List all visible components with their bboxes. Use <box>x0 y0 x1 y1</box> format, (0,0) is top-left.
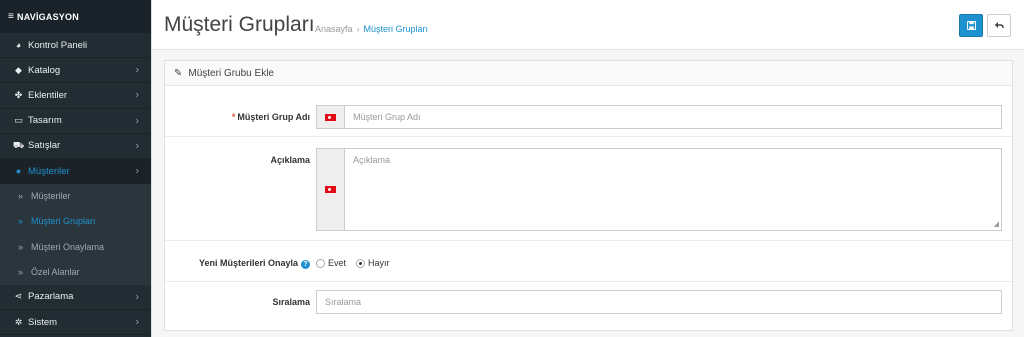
submenu-item-label: Müşteriler <box>31 191 71 202</box>
chevron-right-icon: › <box>135 291 139 303</box>
puzzle-icon: ✤ <box>14 89 23 100</box>
sidebar-item-label: Satışlar <box>28 140 61 152</box>
dashboard-icon: ◕ <box>15 40 22 51</box>
page-title: Müşteri Grupları <box>164 13 315 36</box>
floppy-disk-icon <box>966 21 976 30</box>
sidebar-item-label: Sistem <box>28 316 58 328</box>
sidebar-item-label: Tasarım <box>28 115 62 127</box>
chevron-right-icon: › <box>135 316 139 328</box>
navigation-title: NAVİGASYON <box>17 11 79 22</box>
sort-label: Sıralama <box>272 297 310 307</box>
sidebar-item-extensions[interactable]: ✤ Eklentiler › <box>0 83 151 109</box>
double-chevron-icon: » <box>18 241 24 252</box>
sidebar-item-sales[interactable]: ⛟ Satışlar › <box>0 134 151 159</box>
breadcrumb-current-link[interactable]: Müşteri Grupları <box>364 24 429 34</box>
gear-icon: ✲ <box>14 316 23 327</box>
description-label: Açıklama <box>270 155 310 165</box>
radio-no-label: Hayır <box>368 258 390 268</box>
double-chevron-icon: » <box>18 216 24 227</box>
submenu-item-customers[interactable]: » Müşteriler <box>0 184 151 210</box>
name-input-group: Müşteri Grup Adı <box>316 105 1002 129</box>
submenu-item-label: Müşteri Grupları <box>31 216 96 227</box>
menu-icon[interactable]: ≡ <box>8 11 14 22</box>
sidebar-item-label: Kontrol Paneli <box>28 39 88 51</box>
chevron-right-icon: › <box>135 140 139 152</box>
submenu-item-customer-groups[interactable]: » Müşteri Grupları <box>0 209 151 235</box>
required-marker: * <box>231 112 236 122</box>
approve-yes-option[interactable]: Evet <box>316 258 346 268</box>
radio-yes-label: Evet <box>328 258 347 268</box>
sidebar-item-label: Pazarlama <box>28 291 74 303</box>
customer-group-form-panel: ✎ Müşteri Grubu Ekle * Müşteri Grup Adı M… <box>164 60 1013 331</box>
description-textarea[interactable]: Açıklama ◢ <box>345 149 1001 230</box>
submenu-item-label: Müşteri Onaylama <box>31 241 105 252</box>
chevron-right-icon: › <box>135 165 139 177</box>
form-row-name: * Müşteri Grup Adı Müşteri Grup Adı <box>165 87 1012 137</box>
approve-label-text: Yeni Müşterileri Onayla <box>198 258 298 268</box>
name-label-text: Müşteri Grup Adı <box>237 112 310 122</box>
breadcrumb-separator: › <box>356 24 360 34</box>
resize-grip-icon[interactable]: ◢ <box>994 220 999 228</box>
form-row-sort: Sıralama Sıralama <box>165 282 1012 330</box>
form-row-description: Açıklama Açıklama ◢ <box>165 137 1012 241</box>
description-placeholder: Açıklama <box>353 155 391 165</box>
double-chevron-icon: » <box>18 191 24 202</box>
sidebar-item-label: Katalog <box>28 64 61 76</box>
sidebar-item-design[interactable]: ▭ Tasarım › <box>0 109 151 134</box>
share-icon: ⋖ <box>14 291 23 302</box>
back-button[interactable] <box>987 14 1011 37</box>
radio-yes[interactable] <box>316 258 325 268</box>
turkey-flag-icon <box>325 113 336 121</box>
submenu-item-customer-approvals[interactable]: » Müşteri Onaylama <box>0 235 151 260</box>
description-input-group: Açıklama ◢ <box>316 148 1002 231</box>
sidebar-item-dashboard[interactable]: ◕ Kontrol Paneli <box>0 33 151 59</box>
submenu-item-label: Özel Alanlar <box>31 266 80 277</box>
customer-group-name-input[interactable]: Müşteri Grup Adı <box>345 106 1001 128</box>
page-header: Müşteri Grupları Anasayfa › Müşteri Grupla… <box>152 0 1024 50</box>
radio-no[interactable] <box>356 258 366 268</box>
form-row-approve: Yeni Müşterileri Onayla? Evet Hayır <box>165 241 1012 282</box>
reply-icon <box>994 22 1004 29</box>
customers-submenu: » Müşteriler » Müşteri Grupları » Müşter… <box>0 184 151 285</box>
chevron-right-icon: › <box>135 89 139 101</box>
sidebar-item-label: Müşteriler <box>28 165 70 177</box>
monitor-icon: ▭ <box>14 115 23 126</box>
sidebar-item-system[interactable]: ✲ Sistem › <box>0 310 151 336</box>
user-icon: ● <box>15 166 22 177</box>
language-addon <box>317 149 345 230</box>
language-addon <box>317 106 345 128</box>
panel-title: Müşteri Grubu Ekle <box>188 67 274 79</box>
sidebar-item-customers[interactable]: ● Müşteriler › <box>0 158 151 185</box>
double-chevron-icon: » <box>18 266 24 277</box>
approve-radio-group: Evet Hayır <box>316 258 400 268</box>
approve-no-option[interactable]: Hayır <box>356 258 390 268</box>
save-button[interactable] <box>959 14 983 37</box>
name-label: * Müşteri Grup Adı <box>165 112 310 122</box>
turkey-flag-icon <box>325 186 336 193</box>
pencil-icon: ✎ <box>174 67 183 79</box>
approve-label: Yeni Müşterileri Onayla? <box>165 258 310 269</box>
chevron-right-icon: › <box>135 115 139 127</box>
chevron-right-icon: › <box>135 64 139 76</box>
panel-heading: ✎ Müşteri Grubu Ekle <box>165 61 1012 86</box>
main-content: Müşteri Grupları Anasayfa › Müşteri Grupla… <box>151 0 1024 337</box>
breadcrumb: Anasayfa › Müşteri Grupları <box>315 24 428 34</box>
sort-order-input[interactable]: Sıralama <box>316 290 1002 314</box>
sidebar-item-marketing[interactable]: ⋖ Pazarlama › <box>0 285 151 311</box>
tags-icon: ◆ <box>15 64 22 75</box>
cart-icon: ⛟ <box>12 139 25 150</box>
sidebar-item-catalog[interactable]: ◆ Katalog › <box>0 58 151 84</box>
sidebar-item-label: Eklentiler <box>28 89 68 101</box>
breadcrumb-home-link[interactable]: Anasayfa <box>315 24 353 34</box>
help-icon[interactable]: ? <box>301 260 310 269</box>
navigation-header: ≡ NAVİGASYON <box>0 0 151 33</box>
submenu-item-custom-fields[interactable]: » Özel Alanlar <box>0 260 151 285</box>
sidebar: ≡ NAVİGASYON ◕ Kontrol Paneli ◆ Katalog … <box>0 0 151 337</box>
